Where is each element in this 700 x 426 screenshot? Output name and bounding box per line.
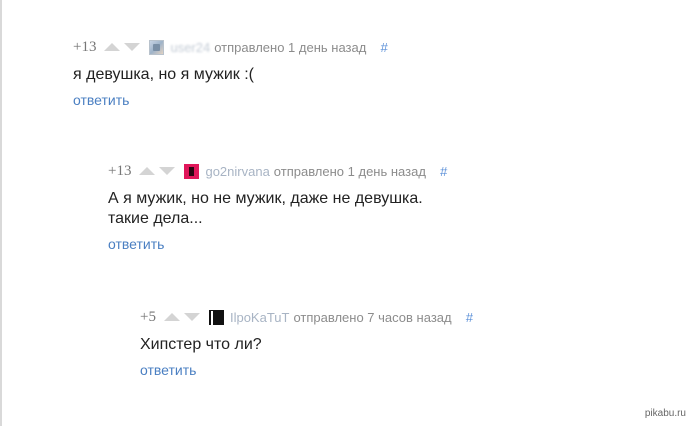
downvote-arrow-icon[interactable] <box>183 313 200 321</box>
comment-author[interactable]: IlpoKaTuT <box>230 310 290 325</box>
comment: +13 go2nirvana отправлено 1 день назад #… <box>108 162 447 254</box>
reply-link[interactable]: ответить <box>108 236 164 252</box>
comment-rating: +13 <box>73 38 97 55</box>
comment-meta: +13 user24 отправлено 1 день назад # <box>73 38 388 56</box>
comment-rating: +13 <box>108 162 132 179</box>
user-avatar-icon[interactable] <box>149 39 165 55</box>
comment-text: я девушка, но я мужик :( <box>73 66 254 83</box>
comment-rating: +5 <box>140 308 156 325</box>
page-left-border <box>0 0 2 426</box>
downvote-arrow-icon[interactable] <box>124 43 141 51</box>
comment-author[interactable]: user24 <box>170 40 210 55</box>
upvote-arrow-icon[interactable] <box>104 43 121 51</box>
comment-meta: +13 go2nirvana отправлено 1 день назад # <box>108 162 447 180</box>
comment-timestamp: отправлено 7 часов назад <box>293 309 452 325</box>
site-watermark: pikabu.ru <box>644 408 686 419</box>
comment-timestamp: отправлено 1 день назад <box>214 39 367 55</box>
comment-meta: +5 IlpoKaTuT отправлено 7 часов назад # <box>140 308 473 328</box>
comment-text: А я мужик, но не мужик, даже не девушка.… <box>108 190 423 227</box>
user-avatar-icon[interactable] <box>208 309 224 328</box>
upvote-arrow-icon[interactable] <box>139 167 156 175</box>
comment-timestamp: отправлено 1 день назад <box>273 163 426 179</box>
comment-permalink[interactable]: # <box>466 310 473 325</box>
reply-link[interactable]: ответить <box>73 92 129 108</box>
downvote-arrow-icon[interactable] <box>159 167 176 175</box>
comment-permalink[interactable]: # <box>440 164 447 179</box>
comment-author[interactable]: go2nirvana <box>205 164 269 179</box>
comment: +13 user24 отправлено 1 день назад # я д… <box>73 38 388 110</box>
comment: +5 IlpoKaTuT отправлено 7 часов назад # … <box>140 308 473 380</box>
reply-link[interactable]: ответить <box>140 362 196 378</box>
comment-text: Хипстер что ли? <box>140 336 262 353</box>
comment-permalink[interactable]: # <box>380 40 387 55</box>
upvote-arrow-icon[interactable] <box>163 313 180 321</box>
user-avatar-icon[interactable] <box>184 163 200 179</box>
